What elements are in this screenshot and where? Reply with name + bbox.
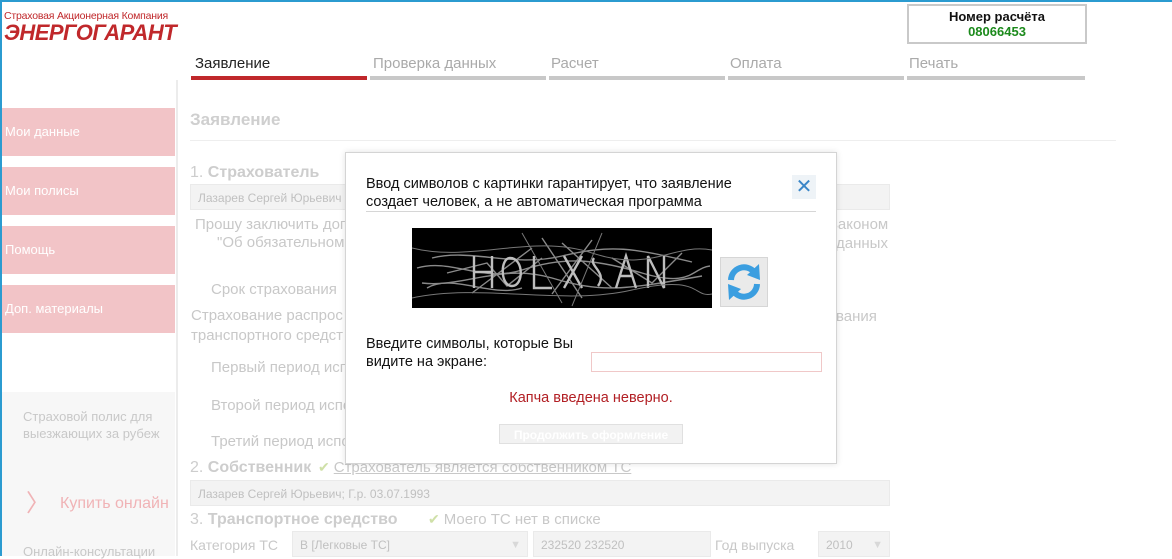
third-period-label: Третий период испо	[211, 433, 350, 450]
step-label: Расчет	[551, 55, 599, 72]
vehicle-category-value: В [Легковые ТС]	[300, 538, 390, 552]
year-label: Год выпуска	[715, 537, 795, 553]
request-text-left: Прошу заключить дог	[195, 216, 346, 233]
buy-online-link[interactable]: 〉 Купить онлайн	[26, 480, 169, 517]
first-period-label: Первый период исп	[211, 359, 348, 376]
vehicle-category-label: Категория ТС	[190, 537, 278, 553]
step-application[interactable]: Заявление	[191, 54, 369, 80]
step-payment[interactable]: Оплата	[728, 54, 904, 80]
step-label: Печать	[909, 55, 959, 72]
step-data-check[interactable]: Проверка данных	[370, 54, 547, 80]
captcha-input-label: Введите символы, которые Вы видите на эк…	[366, 336, 574, 370]
calculation-number-box: Номер расчёта 08066453	[907, 4, 1087, 44]
chevron-right-icon: 〉	[26, 490, 50, 517]
vehicle-not-listed-label: Моего ТС нет в списке	[443, 511, 601, 528]
vehicle-model-field[interactable]: 232520 232520	[533, 531, 711, 557]
calculation-number-title: Номер расчёта	[949, 9, 1045, 24]
section-owner-title: 2. Собственник	[190, 459, 311, 477]
usage-text-left-2: транспортного средст	[191, 327, 343, 344]
vehicle-category-select[interactable]: В [Легковые ТС] ▼	[292, 531, 528, 557]
request-text-right: законом	[831, 216, 889, 233]
checkmark-icon: ✔	[318, 459, 330, 475]
step-print[interactable]: Печать	[907, 54, 1085, 80]
step-calculation[interactable]: Расчет	[549, 54, 725, 80]
logo-brand: ЭНЕРГОГАРАНТ	[4, 20, 177, 45]
promo-text: Страховой полис для выезжающих за рубеж	[23, 409, 160, 441]
captcha-error-message: Капча введена неверно.	[509, 390, 673, 406]
year-select[interactable]: 2010 ▼	[818, 531, 890, 557]
heading-divider	[190, 140, 1116, 141]
continue-button[interactable]: Продолжить оформление	[499, 424, 683, 444]
captcha-image	[412, 228, 712, 308]
travel-insurance-promo: Страховой полис для выезжающих за рубеж …	[2, 392, 175, 559]
calculation-number-value: 08066453	[968, 24, 1026, 39]
section-title-text: Страхователь	[207, 164, 320, 181]
year-value: 2010	[826, 538, 853, 552]
section-title-text: Собственник	[207, 459, 312, 476]
usage-text-right: вания	[836, 308, 877, 325]
owner-field[interactable]: Лазарев Сергей Юрьевич; Г.р. 03.07.1993	[190, 480, 890, 506]
page-title: Заявление	[190, 110, 281, 129]
captcha-dialog: Ввод символов с картинки гарантирует, чт…	[345, 152, 837, 464]
captcha-explanation: Ввод символов с картинки гарантирует, чт…	[366, 176, 732, 210]
company-logo[interactable]: Страховая Акционерная Компания ЭНЕРГОГАР…	[4, 10, 177, 45]
vehicle-not-listed-checkbox[interactable]: ✔ Моего ТС нет в списке	[428, 511, 601, 528]
sidebar-divider	[176, 80, 178, 556]
step-label: Заявление	[195, 55, 271, 72]
sidebar-item-my-policies[interactable]: Мои полисы	[2, 167, 175, 215]
close-icon[interactable]: ✕	[792, 175, 816, 199]
checkmark-icon: ✔	[428, 511, 440, 527]
section-number: 3.	[190, 511, 204, 528]
insurance-term-label: Срок страхования	[211, 281, 337, 298]
buy-online-label: Купить онлайн	[60, 495, 169, 512]
window-top-border	[0, 0, 1172, 2]
captcha-input[interactable]	[591, 352, 822, 372]
dialog-divider	[366, 211, 816, 212]
sidebar-item-extra-materials[interactable]: Доп. материалы	[2, 285, 175, 333]
sidebar-item-help[interactable]: Помощь	[2, 226, 175, 274]
chevron-down-icon: ▼	[872, 539, 883, 551]
refresh-icon[interactable]	[720, 257, 768, 307]
step-label: Проверка данных	[373, 55, 497, 72]
section-title-text: Транспортное средство	[207, 511, 398, 528]
request-text-right-2: данных	[836, 235, 888, 252]
step-label: Оплата	[730, 55, 782, 72]
chevron-down-icon: ▼	[510, 539, 521, 551]
section-insurer-title: 1. Страхователь	[190, 164, 319, 182]
online-consultation-link[interactable]: Онлайн-консультации	[23, 544, 155, 559]
sidebar-item-my-data[interactable]: Мои данные	[2, 108, 175, 156]
usage-text-left: Страхование распрос	[191, 307, 343, 324]
request-text-left-2: "Об обязательном	[217, 234, 345, 251]
section-number: 2.	[190, 459, 204, 476]
second-period-label: Второй период испо	[211, 397, 352, 414]
section-vehicle-title: 3. Транспортное средство	[190, 511, 397, 529]
section-number: 1.	[190, 164, 204, 181]
